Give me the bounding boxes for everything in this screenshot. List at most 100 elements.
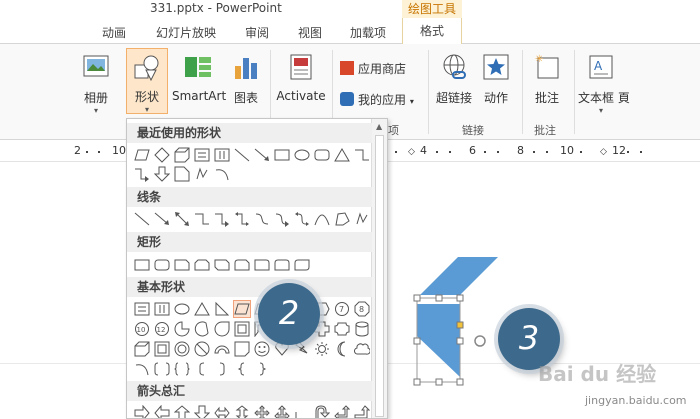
rounded-rectangle-icon[interactable]: [313, 146, 331, 164]
snip-shape-icon[interactable]: [173, 165, 191, 183]
left-up-arrow-icon[interactable]: [333, 404, 351, 418]
activate-button[interactable]: Activate: [276, 52, 326, 103]
folded-corner-icon[interactable]: [233, 340, 251, 358]
snip-same-side-icon[interactable]: [193, 256, 211, 274]
snip-round-icon[interactable]: [233, 256, 251, 274]
rectangle-icon[interactable]: [133, 256, 151, 274]
bent-up-arrow-icon[interactable]: [353, 404, 371, 418]
snip-diagonal-icon[interactable]: [213, 256, 231, 274]
resize-handle[interactable]: [456, 378, 464, 386]
smiley-icon[interactable]: [253, 340, 271, 358]
resize-handle[interactable]: [435, 294, 443, 302]
left-right-up-arrow-icon[interactable]: [273, 404, 291, 418]
curved-arrow-connector-icon[interactable]: [273, 210, 291, 228]
vertical-textbox-icon[interactable]: [153, 300, 171, 318]
rounded-rectangle-icon[interactable]: [153, 256, 171, 274]
top-parallelogram-shape[interactable]: [420, 257, 498, 295]
tab-animations[interactable]: 动画: [102, 24, 126, 41]
arrow-line-icon[interactable]: [153, 210, 171, 228]
no-symbol-icon[interactable]: [193, 340, 211, 358]
resize-handle[interactable]: [413, 294, 421, 302]
smartart-button[interactable]: SmartArt: [172, 52, 226, 103]
parallelogram-icon[interactable]: [133, 146, 151, 164]
resize-handle[interactable]: [413, 337, 421, 345]
adjust-handle[interactable]: [456, 321, 464, 329]
ruler-indent-marker[interactable]: ◇: [600, 147, 607, 157]
double-bracket-icon[interactable]: [153, 360, 171, 378]
right-brace-icon[interactable]: [253, 360, 271, 378]
right-triangle-icon[interactable]: [213, 300, 231, 318]
diamond-icon[interactable]: [153, 146, 171, 164]
vertical-textbox-icon[interactable]: [213, 146, 231, 164]
app-store-button[interactable]: 应用商店: [340, 60, 406, 77]
line-icon[interactable]: [133, 210, 151, 228]
cloud-icon[interactable]: [353, 340, 371, 358]
ruler-indent-marker[interactable]: ◇: [408, 147, 415, 157]
tab-format[interactable]: 格式: [402, 18, 462, 44]
bent-arrow-icon[interactable]: [293, 404, 311, 418]
shapes-button[interactable]: 形状 ▾: [126, 48, 168, 114]
action-button[interactable]: 动作: [480, 52, 512, 106]
cube-icon[interactable]: [173, 146, 191, 164]
elbow-connector-icon[interactable]: [193, 210, 211, 228]
arc-icon[interactable]: [133, 360, 151, 378]
left-right-arrow-icon[interactable]: [213, 404, 231, 418]
block-arc-icon[interactable]: [213, 340, 231, 358]
decagon-icon[interactable]: 10: [133, 320, 151, 338]
plaque-icon[interactable]: [333, 320, 351, 338]
tab-review[interactable]: 审阅: [245, 24, 269, 41]
scrollbar-thumb[interactable]: [375, 135, 384, 417]
triangle-icon[interactable]: [333, 146, 351, 164]
left-brace-icon[interactable]: [233, 360, 251, 378]
left-bracket-icon[interactable]: [193, 360, 211, 378]
octagon-icon[interactable]: 8: [353, 300, 371, 318]
right-arrow-icon[interactable]: [133, 404, 151, 418]
album-button[interactable]: 相册 ▾: [78, 52, 114, 115]
sun-icon[interactable]: [313, 340, 331, 358]
down-arrow-icon[interactable]: [193, 404, 211, 418]
oval-icon[interactable]: [293, 146, 311, 164]
snip-single-corner-icon[interactable]: [173, 256, 191, 274]
triangle-icon[interactable]: [193, 300, 211, 318]
u-turn-arrow-icon[interactable]: [313, 404, 331, 418]
scroll-up-icon[interactable]: ▲: [376, 122, 382, 131]
tab-slideshow[interactable]: 幻灯片放映: [156, 24, 216, 41]
curve-icon[interactable]: [313, 210, 331, 228]
donut-icon[interactable]: [173, 340, 191, 358]
elbow-arrow-connector-icon[interactable]: [213, 210, 231, 228]
textbox-button[interactable]: A 文本框 頁 ▾: [578, 52, 630, 115]
freeform-icon[interactable]: [193, 165, 211, 183]
round-same-side-icon[interactable]: [273, 256, 291, 274]
elbow-connector-icon[interactable]: [353, 146, 371, 164]
textbox-shape-icon[interactable]: [133, 300, 151, 318]
quad-arrow-icon[interactable]: [253, 404, 271, 418]
heptagon-icon[interactable]: 7: [333, 300, 351, 318]
pie-icon[interactable]: [173, 320, 191, 338]
elbow-arrow-connector-icon[interactable]: [133, 165, 151, 183]
dodecagon-icon[interactable]: 12: [153, 320, 171, 338]
comment-button[interactable]: ✳ 批注: [530, 52, 564, 106]
curved-double-arrow-icon[interactable]: [293, 210, 311, 228]
moon-icon[interactable]: [333, 340, 351, 358]
parallelogram-icon[interactable]: [233, 300, 251, 318]
scribble-icon[interactable]: [353, 210, 371, 228]
resize-handle[interactable]: [456, 337, 464, 345]
freeform-shape-icon[interactable]: [333, 210, 351, 228]
tab-view[interactable]: 视图: [298, 24, 322, 41]
teardrop-icon[interactable]: [213, 320, 231, 338]
curved-connector-icon[interactable]: [253, 210, 271, 228]
gallery-scrollbar[interactable]: ▲: [371, 119, 387, 418]
frame-icon[interactable]: [233, 320, 251, 338]
tab-addins[interactable]: 加载项: [350, 24, 386, 41]
can-icon[interactable]: [353, 320, 371, 338]
right-bracket-icon[interactable]: [213, 360, 231, 378]
round-diagonal-icon[interactable]: [293, 256, 311, 274]
bevel-icon[interactable]: [153, 340, 171, 358]
textbox-shape-icon[interactable]: [193, 146, 211, 164]
rectangle-icon[interactable]: [273, 146, 291, 164]
elbow-double-arrow-icon[interactable]: [233, 210, 251, 228]
side-parallelogram-shape[interactable]: [417, 304, 460, 377]
double-arrow-line-icon[interactable]: [173, 210, 191, 228]
left-arrow-icon[interactable]: [153, 404, 171, 418]
resize-handle[interactable]: [456, 294, 464, 302]
